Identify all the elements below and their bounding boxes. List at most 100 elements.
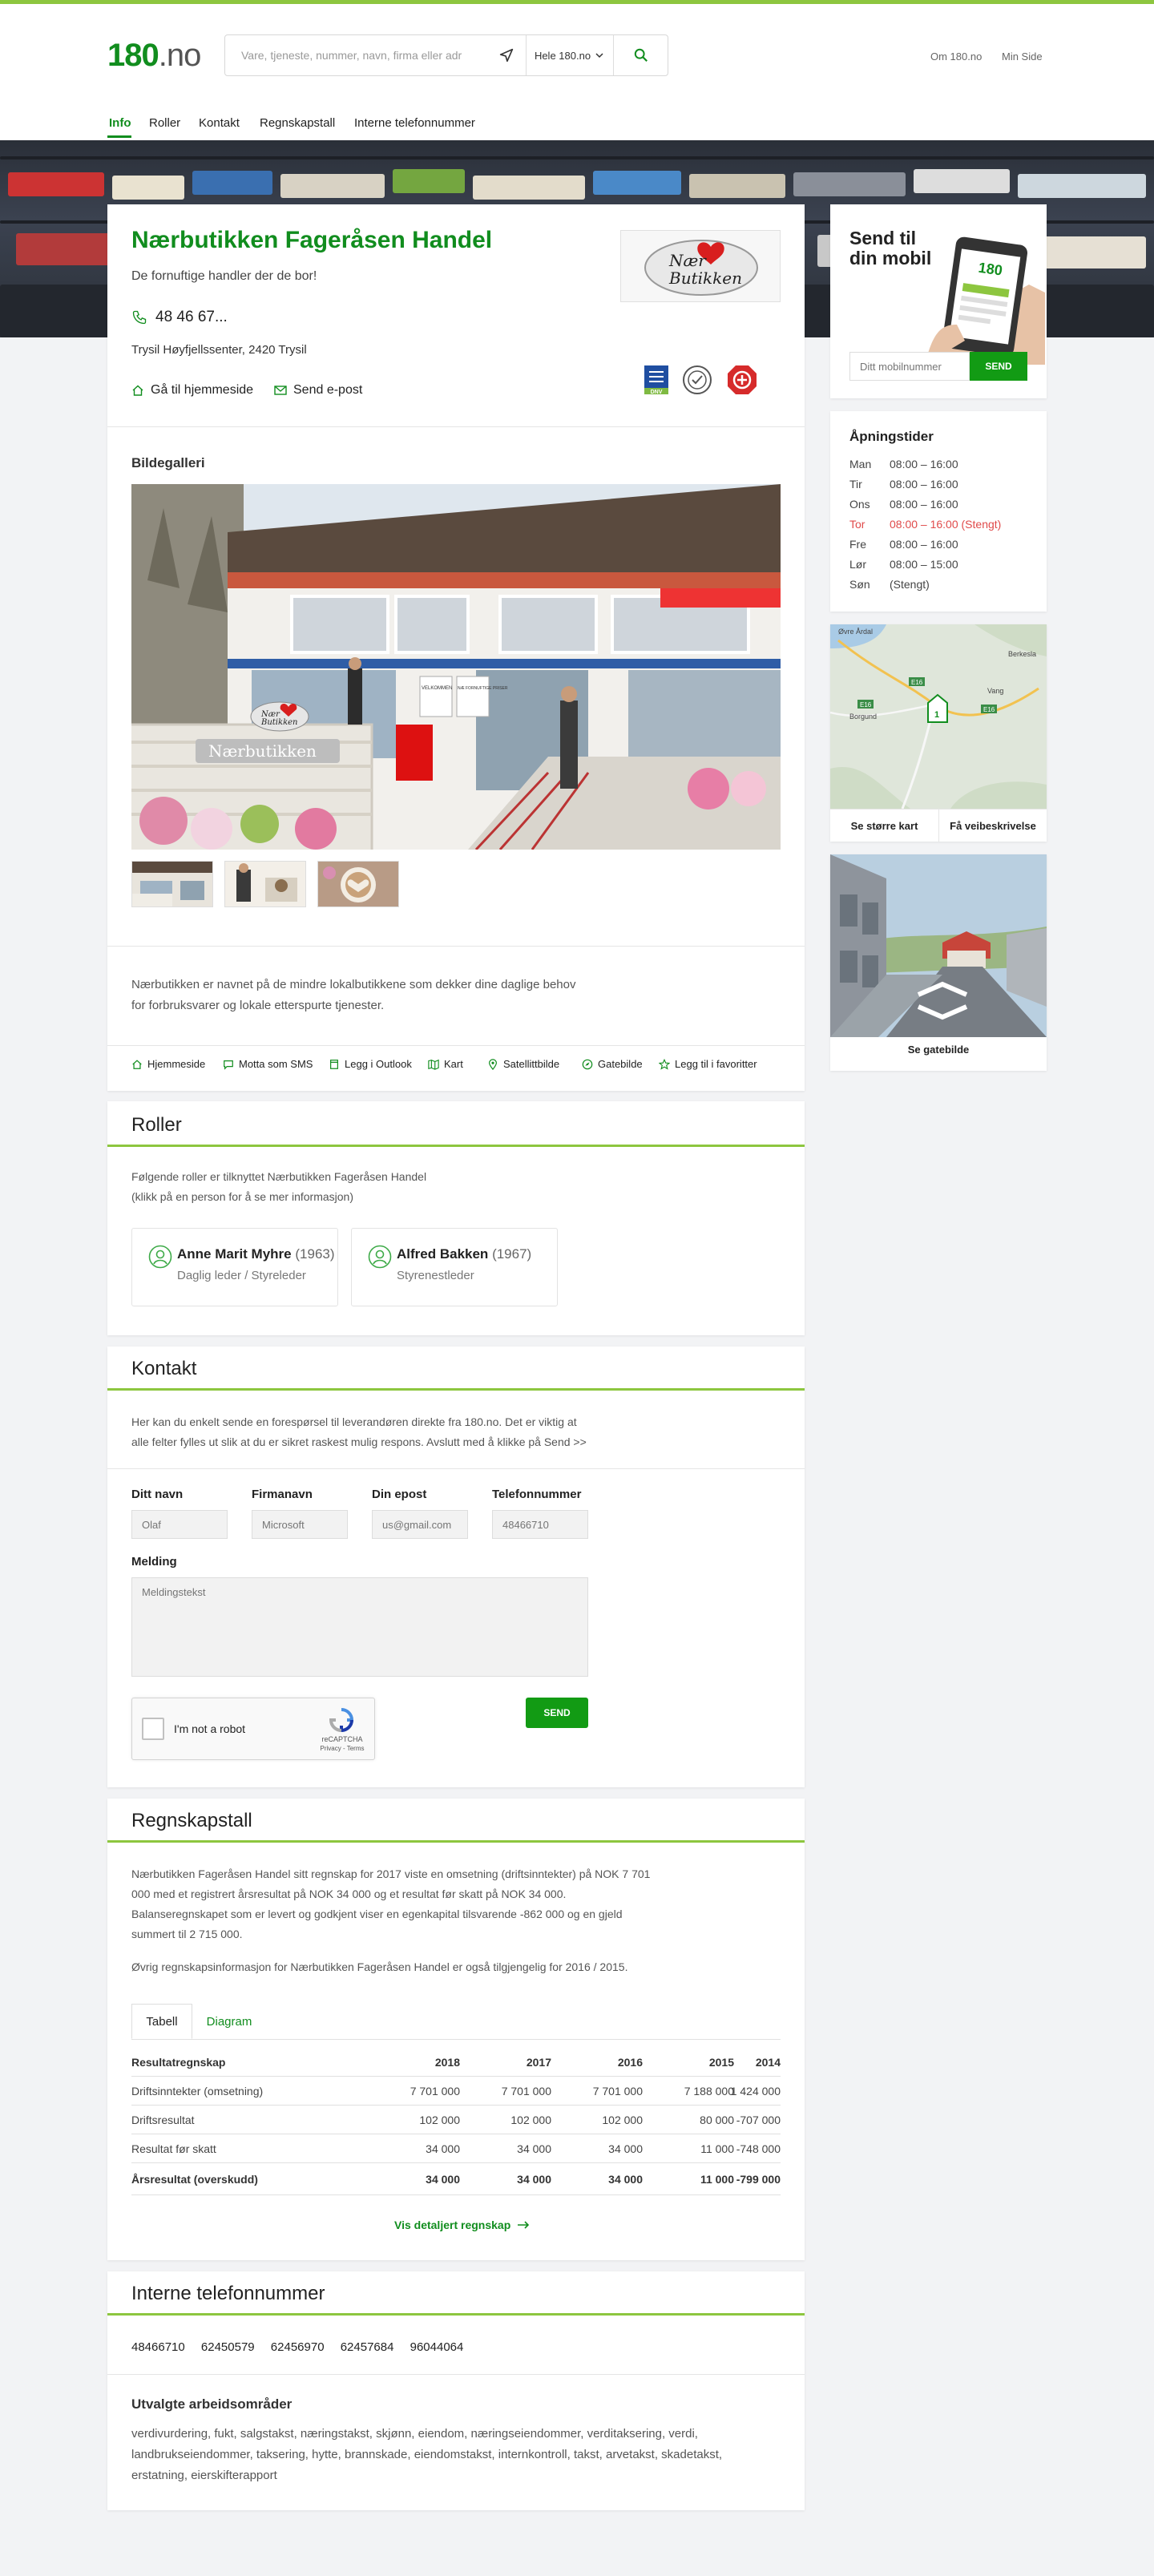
person-name: Alfred Bakken (1967)	[397, 1246, 532, 1262]
table-row: Driftsresultat 102 000 102 000 102 000 8…	[131, 2114, 781, 2126]
street-view-image[interactable]	[830, 854, 1047, 1037]
person-icon	[368, 1245, 392, 1269]
phone-icon	[132, 310, 147, 325]
accounts-title: Regnskapstall	[131, 1810, 252, 1831]
street-view-button[interactable]: Se gatebilde	[830, 1044, 1047, 1056]
map-widget: E16 E16 E16 Øvre Årdal Berkesla Borgund …	[830, 624, 1047, 842]
search-input[interactable]	[225, 35, 499, 75]
table-row-line	[131, 2194, 781, 2195]
phone-in-hand-illustration: 180	[925, 236, 1045, 365]
street-view-widget: Se gatebilde	[830, 854, 1047, 1071]
recaptcha-terms[interactable]: Privacy - Terms	[318, 1745, 366, 1752]
svg-text:Nær: Nær	[668, 251, 707, 270]
person-icon	[148, 1245, 172, 1269]
email-link[interactable]: Send e-post	[274, 383, 362, 398]
detailed-accounts-link[interactable]: Vis detaljert regnskap	[394, 2219, 530, 2231]
email-label: Din epost	[372, 1488, 427, 1501]
card-divider	[107, 2374, 805, 2375]
gallery-thumbnail[interactable]	[131, 861, 213, 907]
svg-text:Butikken: Butikken	[260, 718, 297, 727]
email-field[interactable]	[372, 1510, 468, 1539]
contact-send-button[interactable]: SEND	[526, 1698, 588, 1728]
svg-text:NÆ FORNUFTIGE PRISER: NÆ FORNUFTIGE PRISER	[458, 686, 508, 691]
svg-text:E16: E16	[911, 679, 923, 686]
homepage-link[interactable]: Gå til hjemmeside	[131, 383, 253, 398]
card-divider	[107, 946, 805, 947]
nav-regnskapstall[interactable]: Regnskapstall	[260, 116, 335, 130]
hours-row: Lør 08:00 – 15:00	[849, 558, 958, 571]
hours-row: Man 08:00 – 16:00	[849, 458, 958, 470]
bigger-map-button[interactable]: Se større kart	[830, 810, 938, 842]
svg-text:Borgund: Borgund	[849, 713, 877, 721]
svg-text:VELKOMMEN: VELKOMMEN	[422, 686, 452, 691]
message-field[interactable]	[131, 1577, 588, 1677]
hours-row: Ons 08:00 – 16:00	[849, 498, 958, 511]
action-map[interactable]: Kart	[428, 1058, 463, 1070]
company-phone[interactable]: 48 46 67...	[131, 309, 228, 326]
location-pin-icon	[489, 1058, 497, 1070]
mobile-number-input[interactable]	[849, 352, 970, 381]
internal-phone-numbers[interactable]: 48466710 62450579 62456970 62457684 9604…	[131, 2340, 463, 2354]
roles-intro-line-2: (klikk på en person for å se mer informa…	[131, 1190, 353, 1203]
table-header-row: Resultatregnskap 2018 2017 2016 2015 201…	[131, 2056, 781, 2069]
tab-tabell[interactable]: Tabell	[131, 2004, 192, 2039]
map-image[interactable]: E16 E16 E16 Øvre Årdal Berkesla Borgund …	[830, 624, 1047, 810]
svg-text:DNV: DNV	[651, 390, 663, 395]
hours-row-today: Tor 08:00 – 16:00 (Stengt)	[849, 518, 1002, 531]
phone-field[interactable]	[492, 1510, 588, 1539]
search-button[interactable]	[614, 35, 668, 75]
section-rule	[107, 1840, 805, 1843]
directions-button[interactable]: Få veibeskrivelse	[939, 810, 1047, 842]
mobile-send-button[interactable]: SEND	[970, 352, 1027, 381]
work-areas-list: verdivurdering, fukt, salgstakst, næring…	[131, 2427, 723, 2482]
company-logo: Nær Butikken	[620, 230, 781, 302]
mail-icon	[274, 386, 287, 395]
my-page-link[interactable]: Min Side	[1002, 50, 1043, 63]
action-streetview[interactable]: Gatebilde	[582, 1058, 643, 1070]
company-label: Firmanavn	[252, 1488, 313, 1501]
nav-roller[interactable]: Roller	[149, 116, 180, 130]
quality-seal-icon	[683, 365, 712, 394]
work-areas-title: Utvalgte arbeidsområder	[131, 2396, 293, 2412]
section-rule	[107, 1388, 805, 1391]
gallery-thumbnail[interactable]	[317, 861, 399, 907]
svg-text:Vang: Vang	[987, 687, 1003, 695]
action-satellite[interactable]: Satellittbilde	[487, 1058, 559, 1070]
nav-info[interactable]: Info	[109, 116, 131, 130]
person-card[interactable]: Anne Marit Myhre (1963) Daglig leder / S…	[131, 1228, 338, 1306]
svg-text:Berkesla: Berkesla	[1008, 650, 1036, 658]
home-icon	[132, 1059, 142, 1069]
location-arrow-icon[interactable]	[498, 46, 515, 64]
company-tagline: De fornuftige handler der de bor!	[131, 269, 317, 283]
search-icon	[634, 48, 648, 62]
card-divider	[107, 1468, 805, 1469]
calendar-icon	[330, 1059, 338, 1069]
action-homepage[interactable]: Hjemmeside	[131, 1058, 205, 1070]
company-name: Nærbutikken Fageråsen Handel	[131, 227, 493, 253]
roles-intro-line-1: Følgende roller er tilknyttet Nærbutikke…	[131, 1170, 427, 1183]
svg-text:Butikken: Butikken	[668, 269, 742, 288]
recaptcha-checkbox[interactable]	[142, 1718, 164, 1740]
nav-kontakt[interactable]: Kontakt	[199, 116, 240, 130]
company-field[interactable]	[252, 1510, 348, 1539]
about-link[interactable]: Om 180.no	[930, 50, 982, 63]
compass-icon	[582, 1059, 593, 1069]
table-row-total: Årsresultat (overskudd) 34 000 34 000 34…	[131, 2173, 781, 2186]
name-field[interactable]	[131, 1510, 228, 1539]
action-outlook[interactable]: Legg i Outlook	[329, 1058, 412, 1070]
gallery-thumbnail[interactable]	[224, 861, 306, 907]
storefront-photo: Nærbutikken Nær Butikken VELKOMMEN NÆ FO…	[131, 484, 781, 850]
gallery-main-image[interactable]: Nærbutikken Nær Butikken VELKOMMEN NÆ FO…	[131, 484, 781, 850]
phone-number[interactable]: 48 46 67...	[155, 309, 228, 326]
table-row-line	[131, 2076, 781, 2077]
action-sms[interactable]: Motta som SMS	[223, 1058, 313, 1070]
nav-interne-telefonnummer[interactable]: Interne telefonnummer	[354, 116, 475, 130]
opening-hours-title: Åpningstider	[849, 429, 934, 444]
person-card[interactable]: Alfred Bakken (1967) Styrenestleder	[351, 1228, 558, 1306]
svg-text:E16: E16	[983, 706, 995, 713]
tab-diagram[interactable]: Diagram	[197, 2004, 261, 2039]
thumbnail-storefront	[132, 862, 212, 906]
action-favorites[interactable]: Legg til i favoritter	[659, 1058, 757, 1070]
site-logo[interactable]: 180.no	[107, 38, 201, 74]
region-select[interactable]: Hele 180.no	[527, 35, 611, 75]
